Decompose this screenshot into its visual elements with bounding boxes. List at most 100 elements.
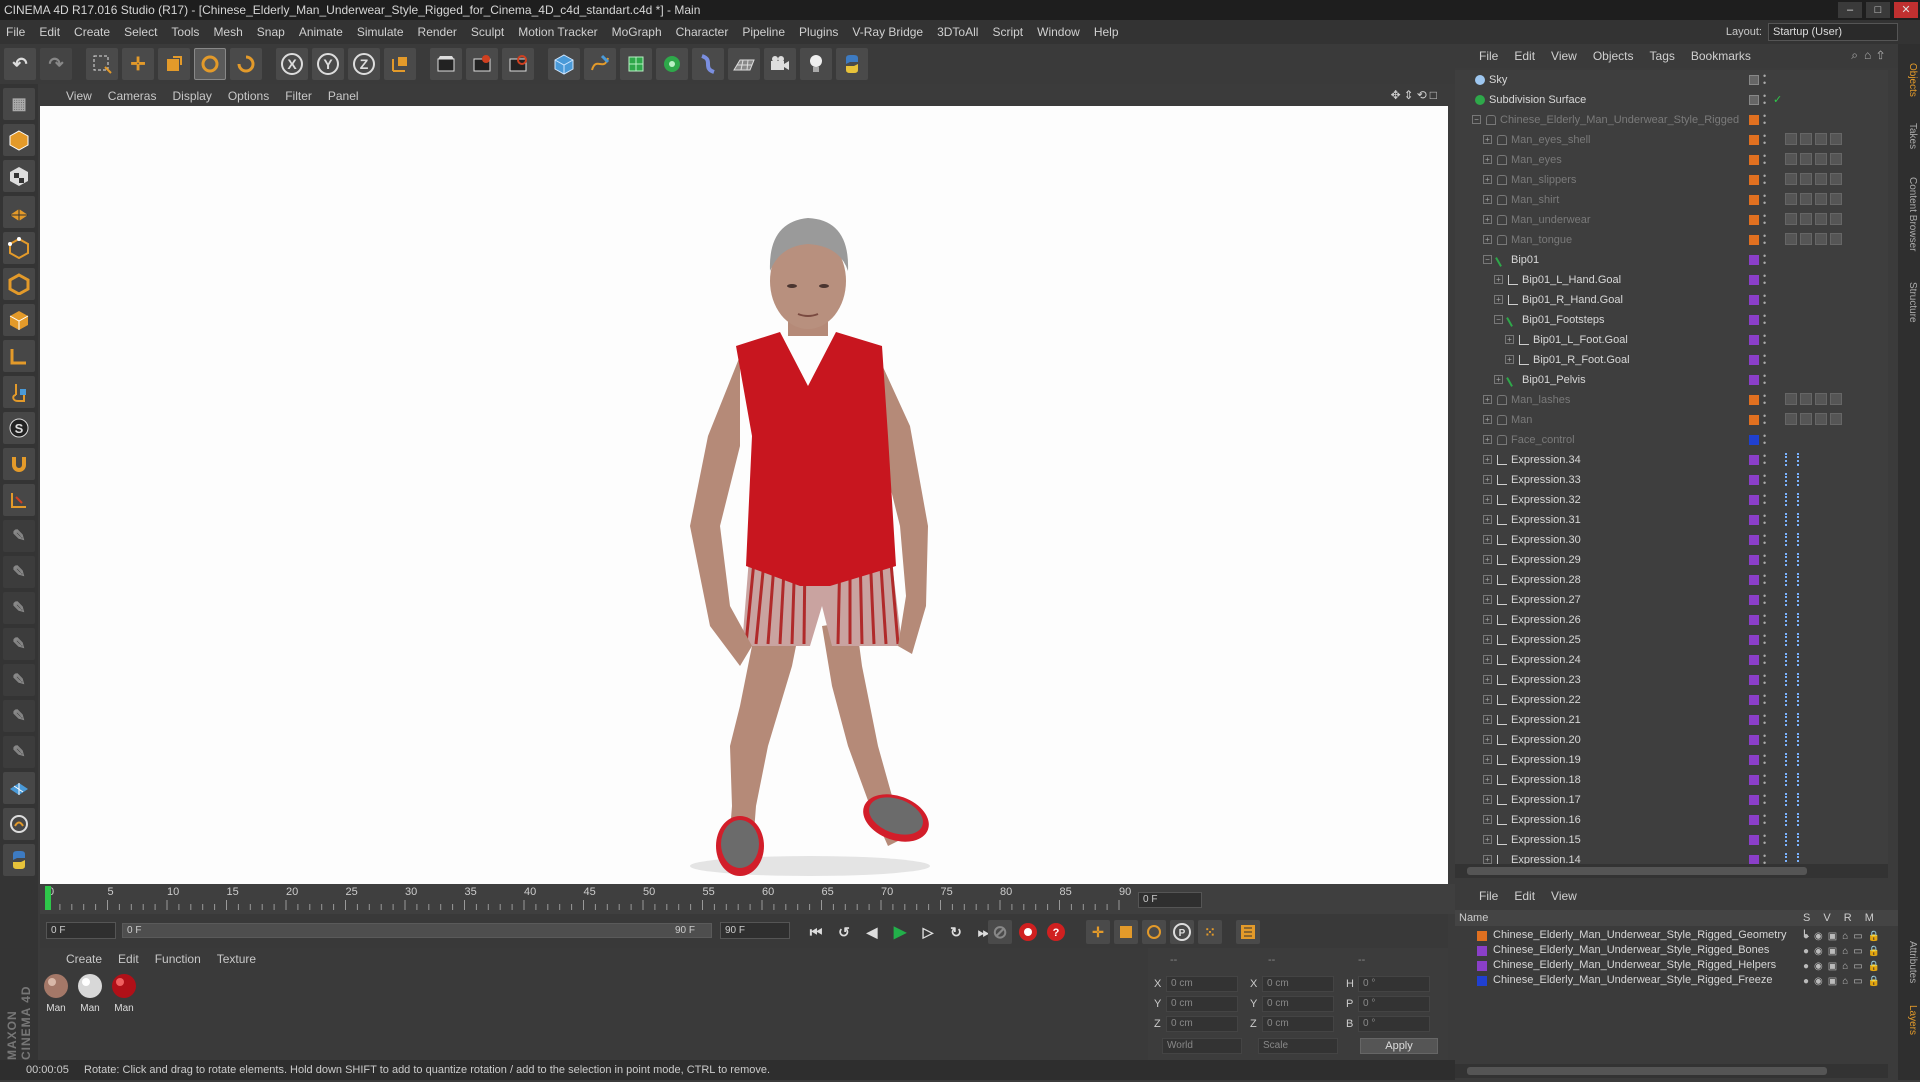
object-tree-row[interactable]: + Expression.17 • • (1455, 790, 1888, 810)
size-x-field[interactable]: 0 cm (1262, 976, 1334, 992)
expand-toggle-icon[interactable]: + (1483, 195, 1492, 204)
material-menu-texture[interactable]: Texture (217, 952, 256, 966)
menu-vray-bridge[interactable]: V-Ray Bridge (852, 25, 923, 39)
material-tag-icon[interactable] (1830, 233, 1842, 245)
object-tree-row[interactable]: + Man_shirt • • (1455, 190, 1888, 210)
object-tree-row[interactable]: + Man_eyes_shell • • (1455, 130, 1888, 150)
visibility-dots[interactable]: • • (1763, 552, 1769, 568)
expand-toggle-icon[interactable]: + (1483, 655, 1492, 664)
playhead-marker[interactable] (45, 886, 51, 910)
light-icon[interactable] (800, 48, 832, 80)
material-tag-icon[interactable] (1815, 233, 1827, 245)
coordinate-space-select[interactable]: World (1162, 1038, 1242, 1054)
x-axis-icon[interactable]: X (276, 48, 308, 80)
viewport-menu-cameras[interactable]: Cameras (108, 89, 157, 103)
object-tree-row[interactable]: + Bip01_L_Hand.Goal • • (1455, 270, 1888, 290)
object-tree-row[interactable]: + Expression.30 • • (1455, 530, 1888, 550)
pose-morph-tag-icon[interactable] (1785, 793, 1799, 806)
coordinate-mode-select[interactable]: Scale (1258, 1038, 1338, 1054)
live-selection-icon[interactable] (86, 48, 118, 80)
material-tag-icon[interactable] (1830, 193, 1842, 205)
pose-morph-tag-icon[interactable] (1785, 553, 1799, 566)
material-tag-icon[interactable] (1800, 413, 1812, 425)
expand-toggle-icon[interactable]: + (1505, 355, 1514, 364)
layer-color-swatch[interactable] (1749, 215, 1759, 225)
visibility-dots[interactable]: • • (1763, 352, 1769, 368)
material-tag-icon[interactable] (1800, 173, 1812, 185)
axis-mode-icon[interactable] (3, 340, 35, 372)
expand-toggle-icon[interactable]: + (1483, 675, 1492, 684)
key-parameter-icon[interactable]: P (1170, 920, 1194, 944)
expand-toggle-icon[interactable]: + (1483, 395, 1492, 404)
visibility-dots[interactable]: • • (1763, 412, 1769, 428)
expand-toggle-icon[interactable]: + (1483, 835, 1492, 844)
magnet-icon[interactable] (3, 448, 35, 480)
expand-toggle-icon[interactable]: + (1494, 295, 1503, 304)
pose-morph-tag-icon[interactable] (1785, 853, 1799, 864)
layer-color-swatch[interactable] (1477, 931, 1487, 941)
object-tree-row[interactable]: + Expression.29 • • (1455, 550, 1888, 570)
material-tag-icon[interactable] (1830, 153, 1842, 165)
cloner-icon[interactable] (656, 48, 688, 80)
visibility-dots[interactable]: • • (1763, 272, 1769, 288)
layer-row[interactable]: Chinese_Elderly_Man_Underwear_Style_Rigg… (1455, 958, 1898, 973)
go-to-start-icon[interactable]: ⏮ (804, 920, 828, 944)
layer-color-swatch[interactable] (1749, 775, 1759, 785)
layer-color-swatch[interactable] (1749, 675, 1759, 685)
layer-color-swatch[interactable] (1749, 95, 1759, 105)
pose-morph-tag-icon[interactable] (1785, 533, 1799, 546)
pose-morph-tag-icon[interactable] (1785, 673, 1799, 686)
camera-icon[interactable] (764, 48, 796, 80)
visibility-dots[interactable]: • • (1763, 572, 1769, 588)
expand-toggle-icon[interactable]: + (1483, 595, 1492, 604)
deformer-icon[interactable] (692, 48, 724, 80)
visibility-dots[interactable]: • • (1763, 332, 1769, 348)
polygons-mode-icon[interactable] (3, 304, 35, 336)
layer-color-swatch[interactable] (1749, 315, 1759, 325)
object-tree-scrollbar[interactable] (1455, 864, 1888, 878)
object-manager-tools-icon[interactable]: ⌕⌂⇧ (1851, 48, 1890, 63)
object-tree-row[interactable]: + Expression.34 • • (1455, 450, 1888, 470)
render-picture-viewer-icon[interactable] (466, 48, 498, 80)
expand-toggle-icon[interactable]: + (1483, 635, 1492, 644)
visibility-dots[interactable]: • • (1763, 472, 1769, 488)
menu-select[interactable]: Select (124, 25, 157, 39)
material-tag-icon[interactable] (1830, 393, 1842, 405)
pose-morph-tag-icon[interactable] (1785, 493, 1799, 506)
menu-script[interactable]: Script (992, 25, 1023, 39)
layer-color-swatch[interactable] (1477, 961, 1487, 971)
layers-menu-edit[interactable]: Edit (1514, 889, 1535, 903)
layer-scrollbar[interactable] (1455, 1064, 1888, 1078)
material-tag-icon[interactable] (1815, 173, 1827, 185)
layer-color-swatch[interactable] (1749, 615, 1759, 625)
object-tree-row[interactable]: + Bip01_Pelvis • • (1455, 370, 1888, 390)
layer-row[interactable]: Chinese_Elderly_Man_Underwear_Style_Rigg… (1455, 943, 1898, 958)
menu-sculpt[interactable]: Sculpt (471, 25, 504, 39)
viewport-menu-display[interactable]: Display (172, 89, 211, 103)
menu-plugins[interactable]: Plugins (799, 25, 838, 39)
pose-morph-tag-icon[interactable] (1785, 713, 1799, 726)
visibility-dots[interactable]: • • (1763, 132, 1769, 148)
layer-color-swatch[interactable] (1749, 515, 1759, 525)
viewport-menu-panel[interactable]: Panel (328, 89, 359, 103)
expand-toggle-icon[interactable]: + (1483, 555, 1492, 564)
material-tag-icon[interactable] (1785, 193, 1797, 205)
objects-menu-objects[interactable]: Objects (1593, 49, 1634, 63)
menu-edit[interactable]: Edit (39, 25, 60, 39)
object-tree-row[interactable]: + Expression.14 • • (1455, 850, 1888, 864)
expand-toggle-icon[interactable]: + (1483, 775, 1492, 784)
side-tab-layers[interactable]: Layers (1900, 1000, 1918, 1040)
layer-color-swatch[interactable] (1749, 755, 1759, 765)
menu-motion-tracker[interactable]: Motion Tracker (518, 25, 597, 39)
material-tag-icon[interactable] (1830, 173, 1842, 185)
expand-toggle-icon[interactable]: + (1483, 795, 1492, 804)
scale-icon[interactable] (158, 48, 190, 80)
menu-help[interactable]: Help (1094, 25, 1119, 39)
expand-toggle-icon[interactable]: + (1483, 535, 1492, 544)
visibility-dots[interactable]: • • (1763, 112, 1769, 128)
mirror-tool-icon[interactable]: ✎ (3, 736, 35, 768)
layer-color-swatch[interactable] (1749, 355, 1759, 365)
object-tree-row[interactable]: + Expression.22 • • (1455, 690, 1888, 710)
object-tree-row[interactable]: + Expression.32 • • (1455, 490, 1888, 510)
expand-toggle-icon[interactable]: + (1483, 715, 1492, 724)
